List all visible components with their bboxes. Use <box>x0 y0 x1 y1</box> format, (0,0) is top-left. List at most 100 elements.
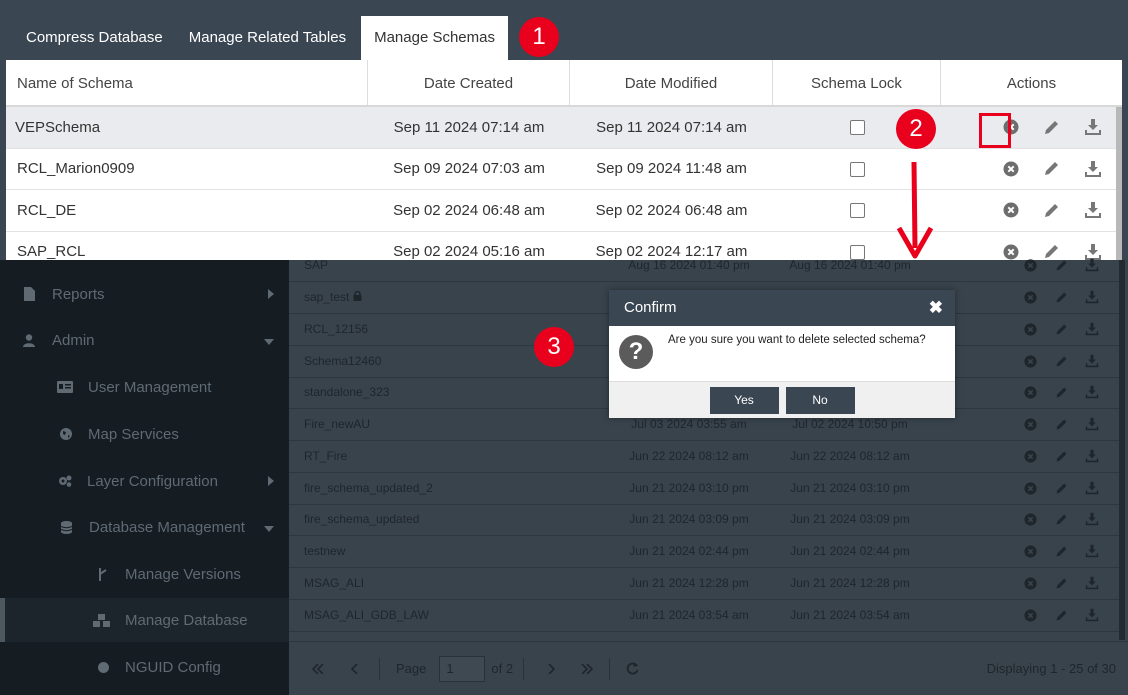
zoomed-panel: Compress Database Manage Related Tables … <box>0 0 1128 260</box>
sidebar-item-admin[interactable]: Admin <box>0 318 289 362</box>
cell-name: testnew <box>304 544 346 559</box>
col-header-name[interactable]: Name of Schema <box>6 60 368 105</box>
table-row[interactable]: fire_schema_updated_2 Jun 21 2024 03:10 … <box>289 473 1119 505</box>
download-icon[interactable] <box>1085 481 1099 495</box>
grid-scrollbar[interactable] <box>1119 260 1125 640</box>
tab-compress-database[interactable]: Compress Database <box>0 16 176 60</box>
download-icon[interactable] <box>1085 385 1099 399</box>
step-badge-3: 3 <box>534 327 574 367</box>
table-row[interactable]: testnew Jun 21 2024 02:44 pm Jun 21 2024… <box>289 536 1119 568</box>
download-icon[interactable] <box>1085 449 1099 463</box>
tab-manage-related-tables[interactable]: Manage Related Tables <box>176 16 359 60</box>
delete-icon[interactable] <box>1023 449 1037 463</box>
user-icon <box>22 333 36 347</box>
col-header-created[interactable]: Date Created <box>368 60 570 105</box>
delete-icon[interactable] <box>1023 576 1037 590</box>
sidebar-item-database-management[interactable]: Database Management <box>0 505 289 549</box>
download-icon[interactable] <box>1085 258 1099 272</box>
delete-icon[interactable] <box>1023 290 1037 304</box>
cell-actions <box>941 201 1122 220</box>
table-row[interactable]: RCL_DE Sep 02 2024 06:48 am Sep 02 2024 … <box>6 190 1122 232</box>
sidebar-item-map-services[interactable]: Map Services <box>0 412 289 456</box>
download-icon[interactable] <box>1083 118 1102 137</box>
table-row[interactable]: fire_schema_updated Jun 21 2024 03:09 pm… <box>289 504 1119 536</box>
sidebar-item-reports[interactable]: Reports <box>0 272 289 316</box>
next-page-icon[interactable] <box>544 662 558 676</box>
delete-icon[interactable] <box>1023 608 1037 622</box>
grid-scrollbar[interactable] <box>1116 107 1122 260</box>
download-icon[interactable] <box>1083 159 1102 178</box>
sidebar-item-manage-versions[interactable]: Manage Versions <box>0 552 289 596</box>
download-icon[interactable] <box>1085 544 1099 558</box>
download-icon[interactable] <box>1083 201 1102 220</box>
download-icon[interactable] <box>1085 290 1099 304</box>
edit-icon[interactable] <box>1054 481 1068 495</box>
edit-icon[interactable] <box>1042 118 1061 137</box>
refresh-icon[interactable] <box>625 662 639 676</box>
col-header-modified[interactable]: Date Modified <box>570 60 773 105</box>
delete-icon[interactable] <box>1023 258 1037 272</box>
delete-icon[interactable] <box>1023 354 1037 368</box>
delete-icon[interactable] <box>1023 481 1037 495</box>
download-icon[interactable] <box>1085 576 1099 590</box>
download-icon[interactable] <box>1085 354 1099 368</box>
tab-manage-schemas[interactable]: Manage Schemas <box>361 16 508 60</box>
pager-divider <box>609 657 611 680</box>
schema-lock-checkbox[interactable] <box>849 161 865 177</box>
delete-icon[interactable] <box>1023 512 1037 526</box>
table-row[interactable]: MSAG_ALI_GDB_LAW Jun 21 2024 03:54 am Ju… <box>289 600 1119 632</box>
download-icon[interactable] <box>1085 608 1099 622</box>
cell-actions <box>995 449 1119 463</box>
sidebar-item-user-management[interactable]: User Management <box>0 365 289 409</box>
delete-icon[interactable] <box>1023 417 1037 431</box>
download-icon[interactable] <box>1085 322 1099 336</box>
page-number-input[interactable]: 1 <box>439 655 486 682</box>
schema-lock-checkbox[interactable] <box>849 203 865 219</box>
close-icon[interactable]: ✖ <box>929 290 943 326</box>
first-page-icon[interactable] <box>311 662 325 676</box>
last-page-icon[interactable] <box>580 662 594 676</box>
table-row[interactable]: SAP Aug 16 2024 01:40 pm Aug 16 2024 01:… <box>289 250 1119 282</box>
edit-icon[interactable] <box>1054 544 1068 558</box>
cell-name: standalone_323 <box>304 385 390 400</box>
edit-icon[interactable] <box>1054 512 1068 526</box>
cell-actions <box>995 576 1119 590</box>
edit-icon[interactable] <box>1042 201 1061 220</box>
delete-icon[interactable] <box>1023 385 1037 399</box>
table-row[interactable]: RCL_Marion0909 Sep 09 2024 07:03 am Sep … <box>6 149 1122 190</box>
sidebar-item-nguid-config[interactable]: NGUID Config <box>0 645 289 689</box>
delete-icon[interactable] <box>1023 322 1037 336</box>
edit-icon[interactable] <box>1054 608 1068 622</box>
no-button[interactable]: No <box>785 386 855 414</box>
delete-icon[interactable] <box>1023 544 1037 558</box>
delete-icon[interactable] <box>1001 159 1020 178</box>
edit-icon[interactable] <box>1042 159 1061 178</box>
step-badge-2: 2 <box>896 109 936 149</box>
col-header-lock[interactable]: Schema Lock <box>773 60 941 105</box>
table-row[interactable]: MSAG_ALI Jun 21 2024 12:28 pm Jun 21 202… <box>289 568 1119 600</box>
yes-button[interactable]: Yes <box>709 386 779 414</box>
edit-icon[interactable] <box>1054 258 1068 272</box>
sidebar-item-manage-database[interactable]: Manage Database <box>0 598 289 642</box>
edit-icon[interactable] <box>1054 576 1068 590</box>
sidebar-item-label: Manage Versions <box>125 565 241 583</box>
edit-icon[interactable] <box>1054 449 1068 463</box>
table-row[interactable]: RT_Fire Jun 22 2024 08:12 am Jun 22 2024… <box>289 441 1119 473</box>
cell-created: Sep 11 2024 07:14 am <box>393 118 545 136</box>
schema-lock-checkbox[interactable] <box>849 120 865 136</box>
sidebar-item-layer-configuration[interactable]: Layer Configuration <box>0 459 289 503</box>
download-icon[interactable] <box>1085 512 1099 526</box>
download-icon[interactable] <box>1085 417 1099 431</box>
edit-icon[interactable] <box>1054 290 1068 304</box>
edit-icon[interactable] <box>1054 322 1068 336</box>
dialog-message: Are you sure you want to delete selected… <box>668 334 926 346</box>
cell-name: RT_Fire <box>304 449 348 464</box>
edit-icon[interactable] <box>1054 417 1068 431</box>
cell-name: fire_schema_updated <box>304 512 420 527</box>
grid-header: Name of Schema Date Created Date Modifie… <box>6 60 1122 107</box>
table-row[interactable]: VEPSchema Sep 11 2024 07:14 am Sep 11 20… <box>6 107 1122 149</box>
delete-icon[interactable] <box>1001 201 1020 220</box>
edit-icon[interactable] <box>1054 354 1068 368</box>
edit-icon[interactable] <box>1054 385 1068 399</box>
prev-page-icon[interactable] <box>347 662 361 676</box>
